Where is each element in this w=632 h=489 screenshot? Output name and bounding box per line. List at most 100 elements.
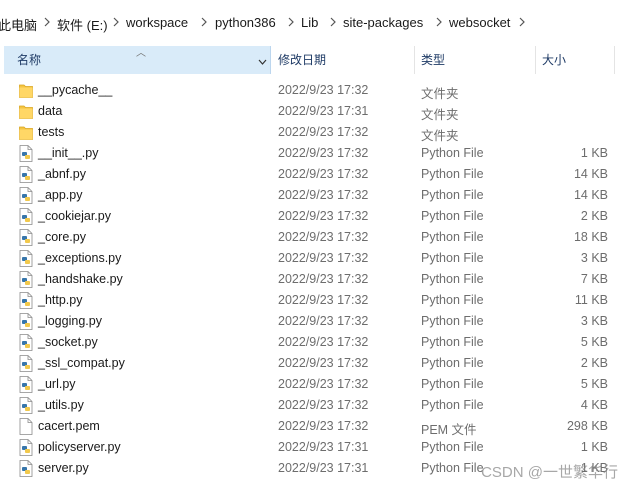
column-divider[interactable] [535, 46, 536, 74]
chevron-right-icon [42, 16, 52, 28]
watermark: CSDN @一世繁华行 [481, 464, 618, 481]
file-name: _exceptions.py [38, 251, 122, 265]
python-file-icon [19, 229, 33, 246]
file-size: 2 KB [580, 209, 608, 223]
breadcrumb-item-site-packages[interactable]: site-packages [343, 15, 423, 30]
column-divider[interactable] [614, 46, 615, 74]
python-file-icon [19, 250, 33, 267]
python-file-icon [19, 313, 33, 330]
breadcrumb-item-websocket[interactable]: websocket [449, 15, 510, 30]
file-name: _utils.py [38, 398, 84, 412]
file-row[interactable]: __init__.py 2022/9/23 17:32 Python File 1 K… [0, 143, 632, 164]
file-date: 2022/9/23 17:32 [278, 398, 369, 412]
breadcrumb-item-python386[interactable]: python386 [215, 15, 276, 30]
file-size: 18 KB [573, 230, 608, 244]
column-header-date[interactable]: 修改日期 [278, 46, 326, 74]
file-row[interactable]: _abnf.py 2022/9/23 17:32 Python File 14 KB [0, 164, 632, 185]
file-row[interactable]: _handshake.py 2022/9/23 17:32 Python File 7… [0, 269, 632, 290]
file-icon [19, 418, 33, 435]
chevron-right-icon [328, 16, 338, 28]
folder-icon [19, 124, 33, 141]
file-row[interactable]: _http.py 2022/9/23 17:32 Python File 11 KB [0, 290, 632, 311]
file-row[interactable]: _ssl_compat.py 2022/9/23 17:32 Python File… [0, 353, 632, 374]
file-row[interactable]: _app.py 2022/9/23 17:32 Python File 14 KB [0, 185, 632, 206]
breadcrumb-item-drive-e[interactable]: 软件 (E:) [57, 15, 108, 34]
file-name: _app.py [38, 188, 83, 202]
file-type: Python File [421, 314, 484, 328]
file-row[interactable]: policyserver.py 2022/9/23 17:31 Python Fil… [0, 437, 632, 458]
file-name: __init__.py [38, 146, 99, 160]
file-date: 2022/9/23 17:32 [278, 314, 369, 328]
file-row[interactable]: _exceptions.py 2022/9/23 17:32 Python File… [0, 248, 632, 269]
file-date: 2022/9/23 17:32 [278, 419, 369, 433]
file-date: 2022/9/23 17:32 [278, 125, 369, 139]
file-date: 2022/9/23 17:32 [278, 167, 369, 181]
file-name: cacert.pem [38, 419, 100, 433]
breadcrumb-item-this-pc[interactable]: 此电脑 [0, 15, 37, 34]
file-date: 2022/9/23 17:32 [278, 188, 369, 202]
file-name: _abnf.py [38, 167, 86, 181]
file-date: 2022/9/23 17:32 [278, 230, 369, 244]
file-type: Python File [421, 377, 484, 391]
file-type: Python File [421, 293, 484, 307]
chevron-right-icon [434, 16, 444, 28]
file-row[interactable]: data 2022/9/23 17:31 文件夹 [0, 101, 632, 122]
column-header-size[interactable]: 大小 [542, 46, 566, 74]
file-name: _url.py [38, 377, 76, 391]
file-name: _logging.py [38, 314, 102, 328]
python-file-icon [19, 187, 33, 204]
file-date: 2022/9/23 17:31 [278, 440, 369, 454]
column-divider[interactable] [414, 46, 415, 74]
chevron-right-icon [517, 16, 527, 28]
file-row[interactable]: __pycache__ 2022/9/23 17:32 文件夹 [0, 80, 632, 101]
file-type: Python File [421, 461, 484, 475]
file-name: data [38, 104, 63, 118]
file-size: 7 KB [580, 272, 608, 286]
python-file-icon [19, 271, 33, 288]
python-file-icon [19, 376, 33, 393]
file-size: 1 KB [580, 146, 608, 160]
folder-icon [19, 82, 33, 99]
file-row[interactable]: _core.py 2022/9/23 17:32 Python File 18 KB [0, 227, 632, 248]
file-name: _core.py [38, 230, 86, 244]
file-row[interactable]: cacert.pem 2022/9/23 17:32 PEM 文件 298 KB [0, 416, 632, 437]
file-size: 298 KB [566, 419, 608, 433]
breadcrumb-item-workspace[interactable]: workspace [126, 15, 188, 30]
column-header-type[interactable]: 类型 [421, 46, 445, 74]
python-file-icon [19, 355, 33, 372]
file-size: 5 KB [580, 335, 608, 349]
chevron-right-icon [111, 16, 121, 28]
file-type: Python File [421, 146, 484, 160]
file-row[interactable]: _url.py 2022/9/23 17:32 Python File 5 KB [0, 374, 632, 395]
file-type: Python File [421, 398, 484, 412]
folder-icon [19, 103, 33, 120]
file-date: 2022/9/23 17:32 [278, 377, 369, 391]
file-type: Python File [421, 188, 484, 202]
file-date: 2022/9/23 17:32 [278, 209, 369, 223]
python-file-icon [19, 292, 33, 309]
breadcrumb-item-lib[interactable]: Lib [301, 15, 318, 30]
file-date: 2022/9/23 17:32 [278, 335, 369, 349]
file-date: 2022/9/23 17:32 [278, 251, 369, 265]
file-row[interactable]: tests 2022/9/23 17:32 文件夹 [0, 122, 632, 143]
chevron-down-icon[interactable] [258, 55, 267, 69]
file-type: 文件夹 [421, 108, 459, 122]
sort-ascending-icon: ︿ [136, 48, 146, 59]
file-type: Python File [421, 440, 484, 454]
file-type: Python File [421, 251, 484, 265]
file-date: 2022/9/23 17:32 [278, 293, 369, 307]
file-name: __pycache__ [38, 83, 113, 97]
file-row[interactable]: _utils.py 2022/9/23 17:32 Python File 4 KB [0, 395, 632, 416]
python-file-icon [19, 334, 33, 351]
file-type: 文件夹 [421, 87, 459, 101]
file-row[interactable]: _socket.py 2022/9/23 17:32 Python File 5 KB [0, 332, 632, 353]
file-type: Python File [421, 272, 484, 286]
column-header-name-label: 名称 [17, 53, 42, 67]
file-row[interactable]: _cookiejar.py 2022/9/23 17:32 Python File 2… [0, 206, 632, 227]
file-name: _ssl_compat.py [38, 356, 125, 370]
file-row[interactable]: _logging.py 2022/9/23 17:32 Python File 3 K… [0, 311, 632, 332]
python-file-icon [19, 439, 33, 456]
file-name: _socket.py [38, 335, 98, 349]
file-name: _http.py [38, 293, 83, 307]
column-header-bar: ︿ 名称 修改日期 类型 大小 [0, 46, 632, 74]
